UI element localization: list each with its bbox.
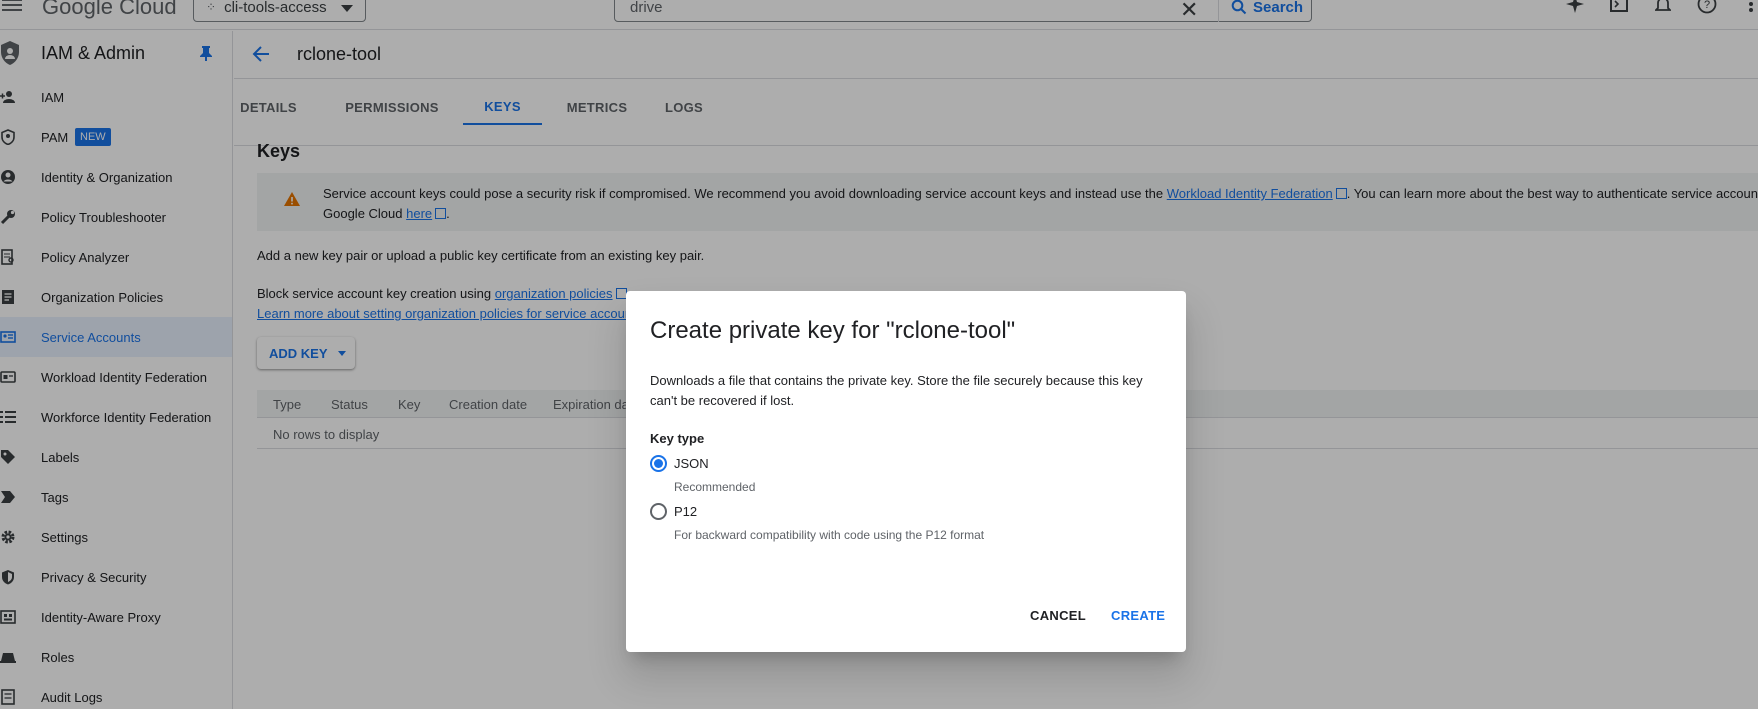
json-label: JSON xyxy=(674,456,709,471)
p12-radio[interactable] xyxy=(650,503,667,520)
key-type-p12-option[interactable]: P12 xyxy=(650,503,697,520)
cancel-button[interactable]: CANCEL xyxy=(1030,608,1086,623)
json-radio[interactable] xyxy=(650,455,667,472)
key-type-json-option[interactable]: JSON xyxy=(650,455,709,472)
dialog-description: Downloads a file that contains the priva… xyxy=(650,373,1143,408)
p12-label: P12 xyxy=(674,504,698,519)
dialog-title: Create private key for "rclone-tool" xyxy=(650,317,1016,344)
p12-hint: For backward compatibility with code usi… xyxy=(674,528,985,542)
key-type-label: Key type xyxy=(650,431,705,446)
json-hint: Recommended xyxy=(674,480,756,494)
create-button[interactable]: CREATE xyxy=(1111,608,1165,623)
create-private-key-dialog: Create private key for "rclone-tool" Dow… xyxy=(626,291,1186,652)
